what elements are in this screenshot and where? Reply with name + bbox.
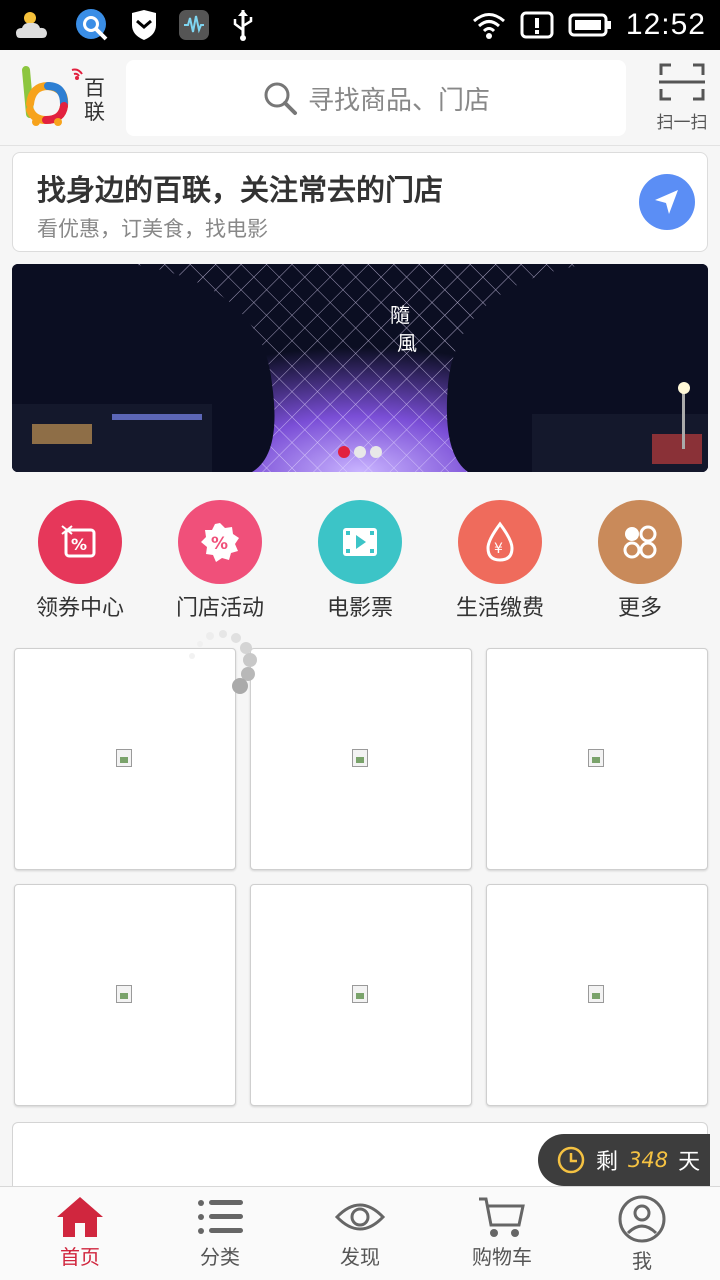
more-circles-icon	[598, 500, 682, 584]
banner-dot-3[interactable]	[370, 446, 382, 458]
tab-me[interactable]: 我	[570, 1195, 714, 1274]
battery-icon	[568, 13, 611, 37]
user-icon	[618, 1195, 666, 1243]
browser-icon	[76, 9, 108, 41]
wifi-icon	[472, 13, 505, 39]
tab-discover[interactable]: 发现	[288, 1195, 432, 1270]
svg-text:¥: ¥	[494, 541, 503, 557]
status-bar: 12:52	[0, 0, 720, 50]
svg-text:%: %	[71, 535, 87, 554]
broken-image-icon	[352, 985, 368, 1003]
quick-coupon-center[interactable]: % 领券中心	[10, 500, 150, 622]
clock-icon	[557, 1146, 585, 1174]
banner-dot-1[interactable]	[338, 446, 350, 458]
logo-text: 百联	[84, 76, 105, 124]
eye-icon	[335, 1203, 385, 1231]
tab-label: 购物车	[472, 1245, 532, 1269]
navigation-arrow-icon	[655, 190, 678, 214]
tab-label: 首页	[60, 1245, 100, 1269]
clock-time: 12:52	[625, 8, 706, 41]
tab-label: 发现	[340, 1245, 380, 1269]
banner-pagination[interactable]	[338, 446, 382, 458]
product-tile[interactable]	[250, 648, 472, 870]
cart-icon	[479, 1197, 525, 1237]
tab-label: 我	[632, 1249, 652, 1273]
broken-image-icon	[352, 749, 368, 767]
quick-store-activity[interactable]: % 门店活动	[150, 500, 290, 622]
product-tile[interactable]	[486, 648, 708, 870]
trial-days-badge[interactable]: 剩 348 天	[538, 1134, 710, 1186]
loading-spinner-icon	[189, 630, 257, 694]
quick-more[interactable]: 更多	[570, 500, 710, 622]
scan-button[interactable]: 扫一扫	[652, 62, 712, 136]
product-tile[interactable]	[250, 884, 472, 1106]
tab-label: 分类	[200, 1245, 240, 1269]
percent-badge-icon: %	[178, 500, 262, 584]
quick-utility-payment[interactable]: ¥ 生活缴费	[430, 500, 570, 622]
banner-dot-2[interactable]	[354, 446, 366, 458]
quick-label: 门店活动	[175, 596, 264, 621]
product-tile[interactable]	[486, 884, 708, 1106]
tab-home[interactable]: 首页	[8, 1195, 152, 1270]
quick-entry-row: % 领券中心 % 门店活动 电影票 ¥ 生活缴费 更多	[0, 500, 720, 622]
broken-image-icon	[116, 749, 132, 767]
store-finder-card[interactable]: 找身边的百联，关注常去的门店 看优惠，订美食，找电影	[12, 152, 708, 252]
store-finder-title: 找身边的百联，关注常去的门店	[37, 173, 444, 207]
coupon-icon: %	[38, 500, 122, 584]
quick-label: 更多	[617, 596, 662, 621]
app-header: 百联 寻找商品、门店 扫一扫	[0, 50, 720, 146]
bottom-tab-bar: 首页 分类 发现 购物车 我	[0, 1186, 720, 1280]
film-icon	[318, 500, 402, 584]
svg-text:%: %	[211, 534, 228, 554]
banner-image: 隨 風	[12, 264, 708, 472]
quick-label: 生活缴费	[455, 596, 544, 621]
scan-icon	[659, 63, 705, 101]
svg-text:隨: 隨	[390, 303, 410, 327]
home-icon	[57, 1197, 103, 1237]
search-input[interactable]: 寻找商品、门店	[126, 60, 626, 136]
tab-cart[interactable]: 购物车	[430, 1195, 574, 1270]
promo-banner[interactable]: 隨 風	[12, 264, 708, 472]
shield-icon	[132, 10, 156, 40]
product-tile[interactable]	[14, 884, 236, 1106]
locate-button[interactable]	[639, 174, 695, 230]
trial-prefix: 剩	[596, 1150, 619, 1175]
search-placeholder: 寻找商品、门店	[307, 85, 490, 116]
quick-movie-ticket[interactable]: 电影票	[290, 500, 430, 622]
list-icon	[198, 1200, 243, 1234]
yuan-drop-icon: ¥	[458, 500, 542, 584]
store-finder-subtitle: 看优惠，订美食，找电影	[37, 217, 268, 241]
quick-label: 电影票	[326, 596, 393, 621]
broken-image-icon	[588, 749, 604, 767]
scan-label: 扫一扫	[656, 113, 708, 133]
trial-days: 348	[628, 1148, 669, 1172]
usb-icon	[233, 10, 253, 41]
tab-category[interactable]: 分类	[148, 1195, 292, 1270]
trial-suffix: 天	[678, 1150, 701, 1175]
search-icon	[264, 82, 297, 115]
weather-icon	[16, 12, 47, 38]
broken-image-icon	[588, 985, 604, 1003]
svg-text:風: 風	[397, 331, 417, 355]
broken-image-icon	[116, 985, 132, 1003]
quick-label: 领券中心	[35, 596, 124, 621]
audio-app-icon	[179, 10, 209, 40]
sim-alert-icon	[520, 11, 554, 39]
